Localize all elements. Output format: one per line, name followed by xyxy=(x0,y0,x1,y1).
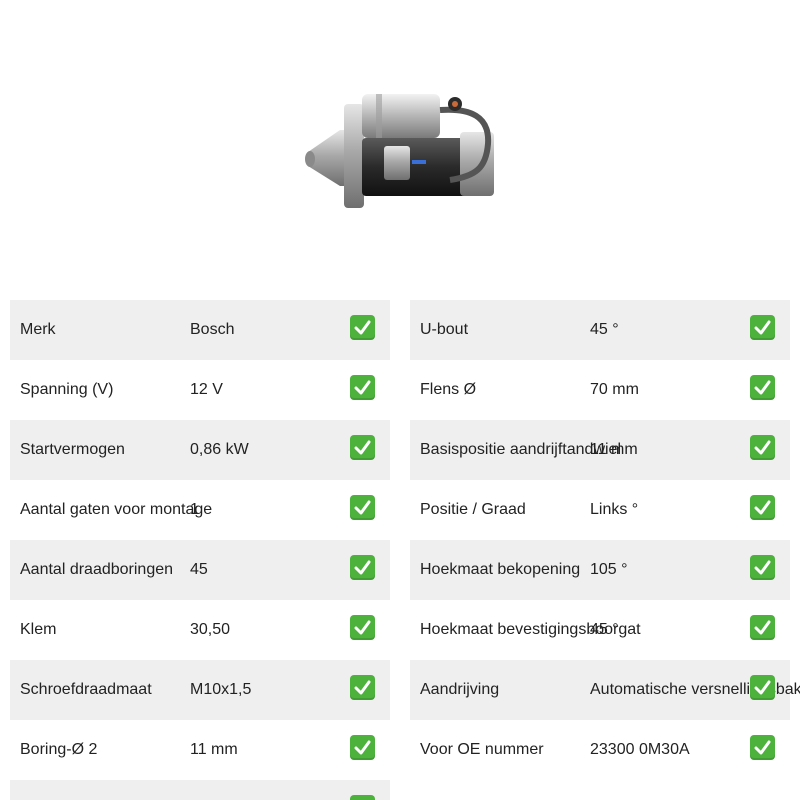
spec-label: Hoekmaat bekopening xyxy=(420,561,581,578)
spec-label: Merk xyxy=(20,321,56,338)
spec-row: Flens Ø 70 mm xyxy=(410,360,790,420)
spec-value: 11 mm xyxy=(590,441,638,458)
spec-label: Flens Ø xyxy=(420,381,477,398)
spec-value: 105 ° xyxy=(590,561,628,578)
check-mark-icon xyxy=(750,495,775,520)
check-mark-icon xyxy=(350,735,375,760)
spec-row: U-bout 45 ° xyxy=(410,300,790,360)
spec-value: 45 ° xyxy=(590,621,619,638)
spec-row: Aandrijving Automatische versnellingsbak xyxy=(410,660,800,720)
spec-label: Schroefdraadmaat xyxy=(20,681,152,698)
product-spec-page: Merk Bosch Spanning (V) 12 V Startvermog… xyxy=(0,0,800,800)
check-mark-icon xyxy=(350,675,375,700)
check-mark-icon xyxy=(750,555,775,580)
check-mark-icon xyxy=(750,615,775,640)
spec-label: Spanning (V) xyxy=(20,381,114,398)
spec-value: Bosch xyxy=(190,321,235,338)
spec-value: 45 ° xyxy=(590,321,619,338)
spec-row: Voor OE nummer 23300 0M30A xyxy=(410,720,790,780)
spec-value: 30,50 xyxy=(190,621,231,638)
check-mark-icon xyxy=(750,435,775,460)
spec-label: Aantal draadboringen xyxy=(20,561,174,578)
spec-table-left: Merk Bosch Spanning (V) 12 V Startvermog… xyxy=(10,300,390,800)
spec-label: Startvermogen xyxy=(20,441,125,458)
spec-label: Boring-Ø 2 xyxy=(20,741,98,758)
spec-value: 45 xyxy=(190,561,208,578)
check-mark-icon xyxy=(350,375,375,400)
check-mark-icon xyxy=(750,315,775,340)
spec-label: Klem xyxy=(20,621,57,638)
spec-row: Klem 30,50 xyxy=(10,600,390,660)
spec-label: Aandrijving xyxy=(420,681,500,698)
spec-row: Aantal draadboringen 45 xyxy=(10,540,390,600)
spec-value: 12 V xyxy=(190,381,223,398)
check-mark-icon xyxy=(350,795,375,800)
spec-row: Basispositie aandrijftandwiel 11 mm xyxy=(410,420,790,480)
spec-value: M10x1,5 xyxy=(190,681,252,698)
spec-row: Merk Bosch xyxy=(10,300,390,360)
check-mark-icon xyxy=(350,315,375,340)
spec-row xyxy=(10,780,390,800)
spec-label: Aantal gaten voor montage xyxy=(20,501,213,518)
spec-row: Boring-Ø 2 11 mm xyxy=(10,720,390,780)
spec-value: Links ° xyxy=(590,501,639,518)
check-mark-icon xyxy=(350,555,375,580)
spec-row: Startvermogen 0,86 kW xyxy=(10,420,390,480)
spec-value: 1 xyxy=(190,501,199,518)
spec-row: Hoekmaat bevestigingsboorgat 45 ° xyxy=(410,600,790,660)
spec-label: Positie / Graad xyxy=(420,501,526,518)
spec-row: Schroefdraadmaat M10x1,5 xyxy=(10,660,390,720)
spec-row: Aantal gaten voor montage 1 xyxy=(10,480,390,540)
check-mark-icon xyxy=(750,375,775,400)
spec-table-right: U-bout 45 ° Flens Ø 70 mm Basispositie a… xyxy=(410,300,800,780)
check-mark-icon xyxy=(350,615,375,640)
check-mark-icon xyxy=(750,675,775,700)
spec-label: U-bout xyxy=(420,321,469,338)
spec-row: Hoekmaat bekopening 105 ° xyxy=(410,540,790,600)
spec-value: 0,86 kW xyxy=(190,441,249,458)
check-mark-icon xyxy=(350,495,375,520)
starter-motor-image xyxy=(305,94,494,208)
check-mark-icon xyxy=(350,435,375,460)
spec-row: Spanning (V) 12 V xyxy=(10,360,390,420)
spec-label: Voor OE nummer xyxy=(420,741,544,758)
check-mark-icon xyxy=(750,735,775,760)
spec-row: Positie / Graad Links ° xyxy=(410,480,790,540)
spec-value: 70 mm xyxy=(590,381,639,398)
spec-value: 11 mm xyxy=(190,741,238,758)
spec-value: 23300 0M30A xyxy=(590,741,690,758)
